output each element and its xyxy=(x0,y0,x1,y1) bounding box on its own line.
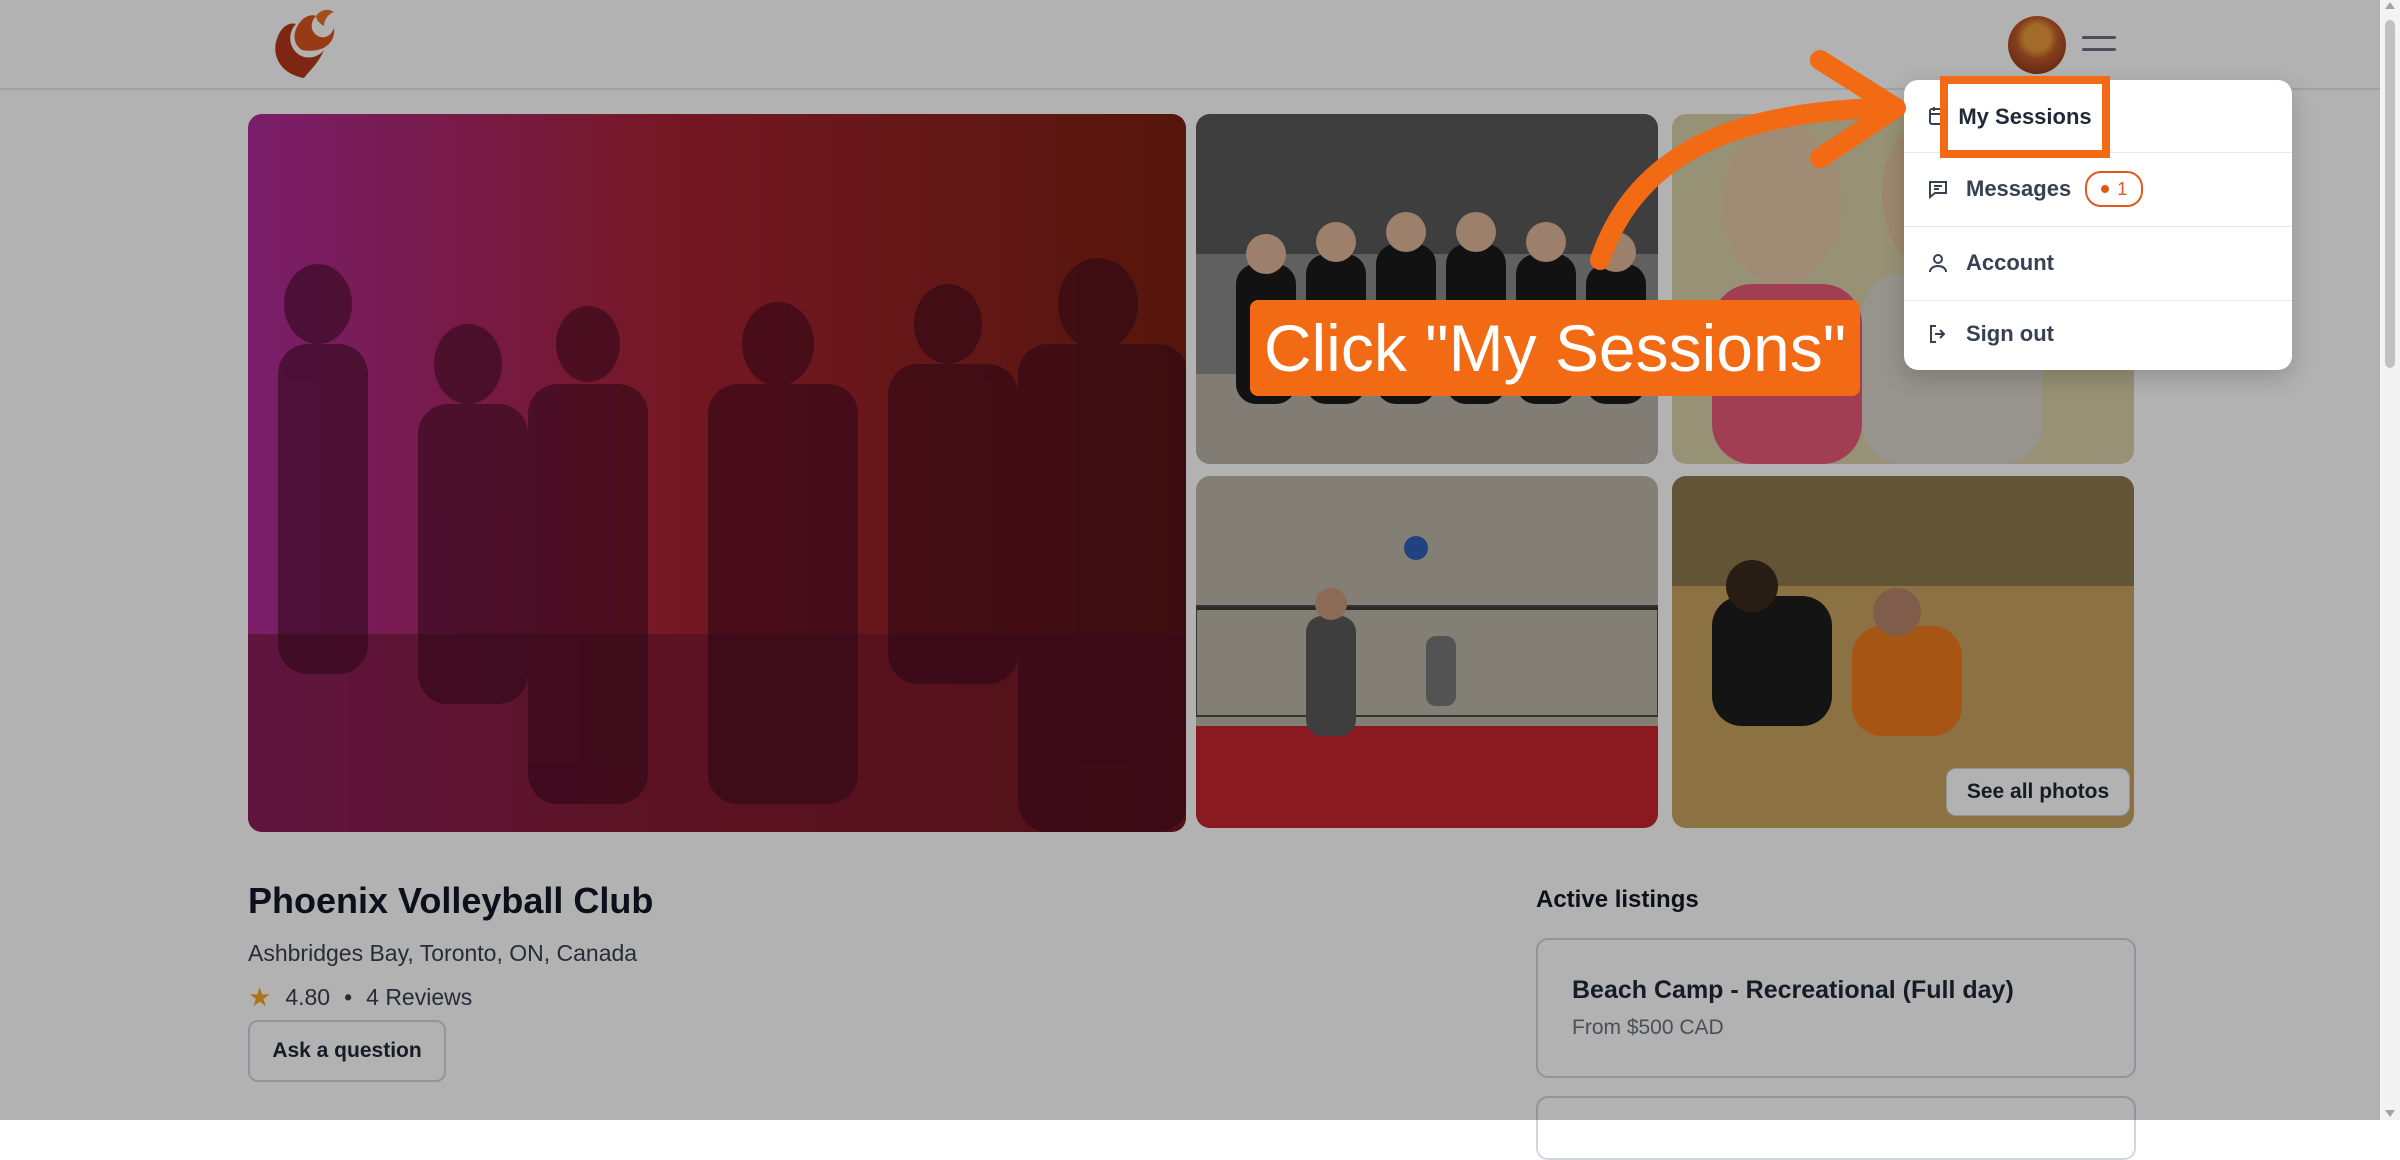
scroll-thumb[interactable] xyxy=(2385,20,2395,368)
sign-out-icon xyxy=(1930,325,1946,343)
menu-item-sign-out[interactable]: Sign out xyxy=(1904,298,2292,370)
page-scrollbar[interactable] xyxy=(2380,0,2400,1120)
menu-item-messages[interactable]: Messages 1 xyxy=(1904,153,2292,225)
menu-label-messages: Messages xyxy=(1966,176,2072,201)
unread-count: 1 xyxy=(2117,178,2128,199)
badge-dot-icon xyxy=(2101,185,2110,193)
menu-item-account[interactable]: Account xyxy=(1904,227,2292,299)
instruction-callout: Click "My Sessions" xyxy=(1250,300,1860,396)
unread-badge: 1 xyxy=(2085,171,2144,207)
scroll-down-icon[interactable] xyxy=(2385,1110,2395,1117)
scroll-up-icon[interactable] xyxy=(2385,2,2395,9)
annotation-arrow-icon xyxy=(1590,50,1906,270)
menu-label-sign-out: Sign out xyxy=(1966,321,2054,346)
chat-icon xyxy=(1929,181,1947,200)
my-sessions-highlight[interactable]: My Sessions xyxy=(1940,76,2110,158)
user-icon xyxy=(1929,254,1947,273)
menu-label-account: Account xyxy=(1966,250,2054,275)
